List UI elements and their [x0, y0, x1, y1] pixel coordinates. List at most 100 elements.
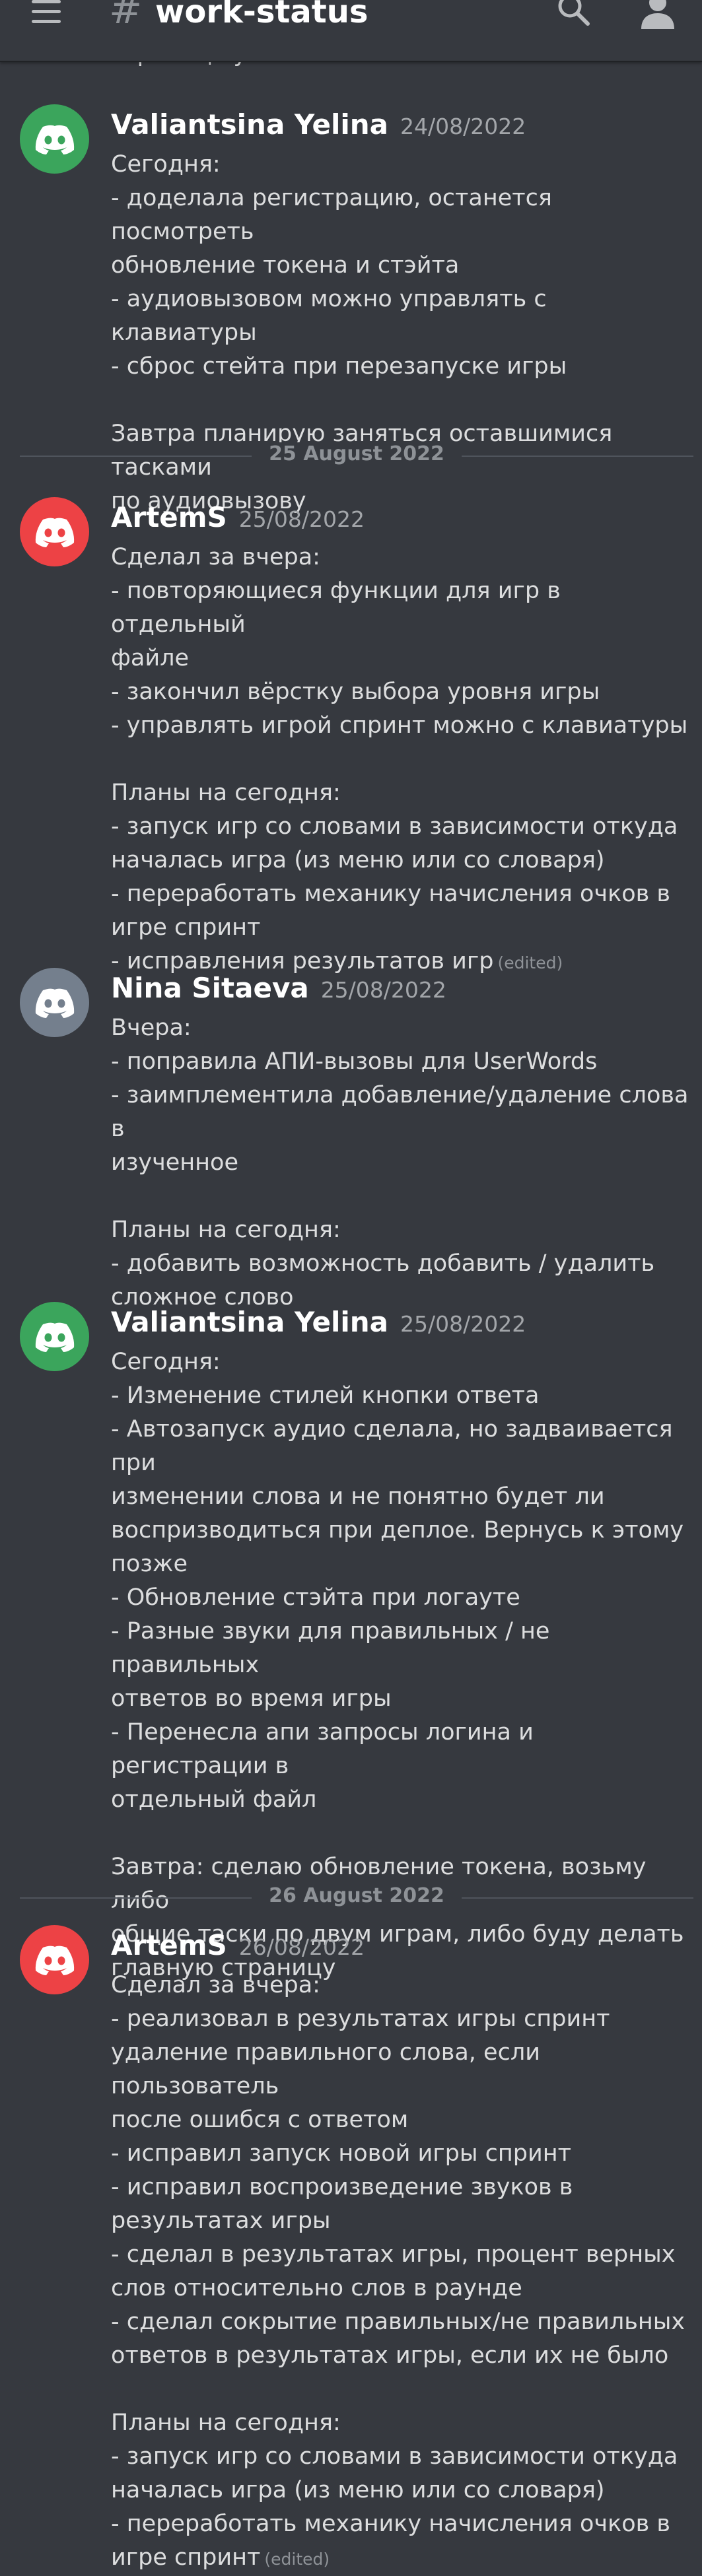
- author-name[interactable]: ArtemS: [111, 501, 227, 533]
- message-line: Вчера:: [111, 1011, 692, 1045]
- date-divider: 26 August 2022: [20, 1884, 693, 1911]
- message-line-text: Сегодня:: [111, 151, 221, 178]
- message-line-text: - заимплементила добавление/удаление сло…: [111, 1082, 696, 1142]
- author-name[interactable]: Valiantsina Yelina: [111, 1306, 388, 1338]
- message-line-text: - сделал в результатах игры, процент вер…: [111, 2241, 676, 2268]
- message-line: Сделал за вчера:: [111, 1969, 692, 2002]
- message-line: изученное: [111, 1146, 692, 1180]
- message-header: ArtemS 25/08/2022: [111, 501, 365, 533]
- message-line-text: - Перенесла апи запросы логина и регистр…: [111, 1719, 542, 1779]
- message-line-text: Сегодня:: [111, 1349, 221, 1375]
- message-line-text: результатах игры: [111, 2208, 331, 2234]
- message-line-text: - запуск игр со словами в зависимости от…: [111, 2443, 678, 2470]
- message-line-text: - реализовал в результатах игры спринт: [111, 2006, 610, 2032]
- message-line-text: файле: [111, 645, 190, 671]
- message-line: [111, 1817, 692, 1850]
- message-line-text: изменении слова и не понятно будет ли: [111, 1483, 605, 1510]
- message-line-text: после ошибся с ответом: [111, 2107, 409, 2133]
- message-header: ArtemS 26/08/2022: [111, 1929, 365, 1961]
- message-line-text: - доделала регистрацию, останется посмот…: [111, 185, 560, 245]
- discord-logo-icon: [35, 988, 74, 1018]
- message-line-text: - исправил запуск новой игры спринт: [111, 2140, 572, 2167]
- message-line: - исправил воспроизведение звуков в: [111, 2171, 692, 2204]
- message-line-text: - добавить возможность добавить / удалит…: [111, 1250, 655, 1277]
- message-line: изменении слова и не понятно будет ли: [111, 1480, 692, 1514]
- message-line-text: ответов во время игры: [111, 1685, 392, 1712]
- message-body: Сделал за вчера: - повторяющиеся функции …: [111, 541, 692, 980]
- message-line: - сброс стейта при перезапуске игры: [111, 350, 692, 384]
- message-line-text: - запуск игр со словами в зависимости от…: [111, 813, 678, 840]
- message-line: - реализовал в результатах игры спринт: [111, 2002, 692, 2036]
- avatar[interactable]: [20, 1925, 89, 1994]
- message-line-text: игре спринт: [111, 2544, 261, 2571]
- message-timestamp: 24/08/2022: [400, 114, 526, 139]
- message-line: - аудиовызовом можно управлять с клавиат…: [111, 283, 692, 350]
- message-line: Планы на сегодня:: [111, 1213, 692, 1247]
- message-line: ответов в результатах игры, если их не б…: [111, 2339, 692, 2373]
- message-line: Планы на сегодня:: [111, 2406, 692, 2440]
- message-line: [111, 384, 692, 417]
- message-line-text: - управлять игрой спринт можно с клавиат…: [111, 712, 688, 739]
- message-line-text: - Разные звуки для правильных / не прави…: [111, 1618, 557, 1678]
- message-line: отдельный файл: [111, 1783, 692, 1817]
- message-line: [111, 2373, 692, 2406]
- message-line: - поправила АПИ-вызовы для UserWords: [111, 1045, 692, 1079]
- message-timestamp: 25/08/2022: [238, 506, 365, 532]
- message-line-text: Планы на сегодня:: [111, 780, 341, 806]
- message-header: Valiantsina Yelina 24/08/2022: [111, 108, 526, 141]
- message-line: результатах игры: [111, 2204, 692, 2238]
- discord-logo-icon: [35, 1322, 74, 1352]
- message-line: обновление токена и стэйта: [111, 249, 692, 283]
- message-line: - добавить возможность добавить / удалит…: [111, 1247, 692, 1281]
- message-line-text: - переработать механику начисления очков…: [111, 2511, 671, 2537]
- hamburger-menu-icon[interactable]: [26, 0, 66, 26]
- author-name[interactable]: Valiantsina Yelina: [111, 108, 388, 141]
- message-line: - доделала регистрацию, останется посмот…: [111, 182, 692, 249]
- message-line-text: удаление правильного слова, если пользов…: [111, 2039, 548, 2099]
- message-timestamp: 25/08/2022: [320, 977, 446, 1003]
- message-line-text: началась игра (из меню или со словаря): [111, 2477, 605, 2503]
- date-divider-label: 25 August 2022: [252, 442, 462, 465]
- message-line-text: изученное: [111, 1149, 238, 1176]
- message-line: - запуск игр со словами в зависимости от…: [111, 2440, 692, 2474]
- member-list-icon[interactable]: [637, 0, 678, 32]
- avatar[interactable]: [20, 1302, 89, 1371]
- avatar[interactable]: [20, 104, 89, 174]
- message-line: - повторяющиеся функции для игр в отдель…: [111, 574, 692, 642]
- message-line: игре спринт: [111, 911, 692, 945]
- author-name[interactable]: Nina Sitaeva: [111, 972, 309, 1004]
- message-line: - заимплементила добавление/удаление сло…: [111, 1079, 692, 1146]
- message-line: воспризводиться при деплое. Вернусь к эт…: [111, 1514, 692, 1547]
- author-name[interactable]: ArtemS: [111, 1929, 227, 1961]
- message-line-text: - повторяющиеся функции для игр в отдель…: [111, 578, 568, 638]
- message-line-text: - Изменение стилей кнопки ответа: [111, 1382, 540, 1409]
- message-line-text: - Автозапуск аудио сделала, но задваивае…: [111, 1416, 680, 1476]
- message-line-text: Планы на сегодня:: [111, 2410, 341, 2436]
- search-icon[interactable]: [555, 0, 592, 28]
- avatar[interactable]: [20, 968, 89, 1037]
- message-line: файле: [111, 642, 692, 675]
- discord-logo-icon: [35, 125, 74, 154]
- message-line-text: - аудиовызовом можно управлять с клавиат…: [111, 286, 554, 346]
- message-line: [111, 743, 692, 776]
- message-line-text: - переработать механику начисления очков…: [111, 881, 671, 907]
- message-line-text: - поправила АПИ-вызовы для UserWords: [111, 1048, 598, 1075]
- message-line: - исправил запуск новой игры спринт: [111, 2137, 692, 2171]
- message-line: - запуск игр со словами в зависимости от…: [111, 810, 692, 844]
- message-line-text: - закончил вёрстку выбора уровня игры: [111, 679, 600, 705]
- message-line-text: обновление токена и стэйта: [111, 252, 460, 279]
- edited-label: (edited): [497, 953, 563, 972]
- message-line-text: началась игра (из меню или со словаря): [111, 847, 605, 873]
- message-line: - сделал в результатах игры, процент вер…: [111, 2238, 692, 2272]
- message-line: Планы на сегодня:: [111, 776, 692, 810]
- message-line-text: Сделал за вчера:: [111, 544, 320, 570]
- message-line: началась игра (из меню или со словаря): [111, 844, 692, 877]
- message-line: - Разные звуки для правильных / не прави…: [111, 1615, 692, 1682]
- message-line-text: воспризводиться при деплое. Вернусь к эт…: [111, 1517, 684, 1543]
- message-line: - Обновление стэйта при логауте: [111, 1581, 692, 1615]
- avatar[interactable]: [20, 497, 89, 566]
- message-line-text: - сброс стейта при перезапуске игры: [111, 353, 567, 380]
- message-line: - закончил вёрстку выбора уровня игры: [111, 675, 692, 709]
- channel-hash-icon: #: [109, 0, 143, 33]
- message-timestamp: 25/08/2022: [400, 1311, 526, 1337]
